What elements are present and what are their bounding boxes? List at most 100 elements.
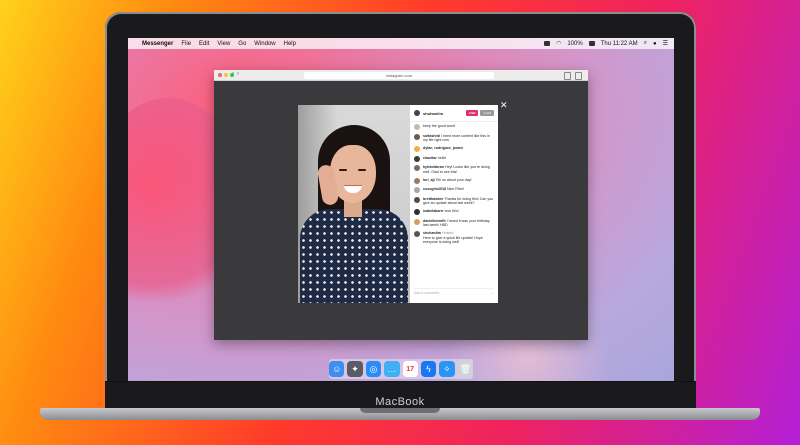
menu-view[interactable]: View	[217, 41, 230, 47]
address-bar[interactable]: instagram.com	[304, 72, 494, 79]
comment-message: Here to give a quick life update! Hope e…	[423, 235, 483, 244]
comment-text: danielbremfitI heard it was your birthda…	[423, 219, 494, 228]
toolbar-icons	[564, 72, 582, 80]
comment-text: keep the good work!	[423, 124, 455, 128]
live-video[interactable]	[298, 105, 410, 303]
commenter-avatar[interactable]	[414, 155, 420, 162]
safari-icon[interactable]: ◎	[365, 361, 382, 377]
commenter-avatar[interactable]	[414, 124, 420, 130]
viewer-count: 1,104	[480, 110, 494, 116]
messenger-icon[interactable]: ϟ	[420, 361, 437, 377]
app-store-icon[interactable]: ✧	[439, 361, 455, 377]
comment-message: love this!	[444, 209, 459, 214]
commenter-avatar[interactable]	[414, 196, 420, 203]
share-icon[interactable]	[564, 72, 571, 80]
host-avatar[interactable]	[414, 110, 420, 116]
commenter-username[interactable]: lori_ajl	[423, 178, 435, 182]
comment-row: lori_ajlTell us about your day!	[414, 177, 494, 184]
menu-app-name[interactable]: Messenger	[142, 41, 173, 47]
commenter-username[interactable]: isabelabarrr	[423, 209, 444, 213]
comment-message: keep the good work!	[423, 124, 456, 128]
minimize-window-icon[interactable]	[224, 73, 228, 77]
comment-text: kylekebbranHey! Looks like you're doing …	[423, 165, 494, 174]
commenter-username[interactable]: danielbremfit	[423, 219, 446, 223]
trash-icon[interactable]: 🗑	[457, 361, 473, 377]
comment-row: claudiarhello!	[414, 155, 494, 162]
nav-buttons: ‹ ›	[232, 71, 239, 77]
comment-list: keep the good work! sofiashntiI need more…	[410, 122, 498, 244]
comment-text: lori_ajlTell us about your day!	[423, 178, 472, 182]
search-icon[interactable]: ⌕	[644, 40, 647, 47]
commenter-avatar[interactable]	[414, 187, 420, 194]
commenter-username[interactable]: bretthawker	[423, 197, 443, 201]
live-comments-panel: shuhanlim LIVE 1,104 keep the good work!…	[410, 105, 498, 303]
comment-message: hello!	[437, 155, 447, 160]
comment-text: cusoghn2018Nice Filter!	[423, 187, 464, 191]
comment-row: bretthawkerThanks for doing this! Can yo…	[414, 196, 494, 206]
menu-edit[interactable]: Edit	[199, 41, 209, 47]
forward-icon[interactable]: ›	[237, 71, 239, 77]
tabs-icon[interactable]	[575, 72, 582, 80]
commenter-username[interactable]: cusoghn2018	[423, 187, 446, 191]
commenter-username[interactable]: sofiashnti	[423, 134, 440, 138]
commenter-avatar[interactable]	[414, 146, 420, 152]
dock: ☺ ✦ ◎… 17 ϟ ✧ 🗑	[329, 359, 473, 379]
finder-icon[interactable]: ☺	[329, 361, 345, 377]
close-window-icon[interactable]	[218, 73, 222, 77]
host-username[interactable]: shuhanlim	[423, 111, 443, 116]
commenter-avatar[interactable]	[414, 133, 420, 140]
comment-row: shuhanlimHosted Here to give a quick life…	[414, 231, 494, 244]
menu-help[interactable]: Help	[284, 41, 296, 47]
browser-window: ‹ › instagram.com ✕ shuhanlim LIVE 1,104…	[214, 70, 588, 340]
video-person-smile	[344, 185, 362, 193]
comment-text: shuhanlimHosted Here to give a quick life…	[423, 231, 494, 244]
mac-screen: Messenger File Edit View Go Window Help …	[128, 38, 674, 381]
macbook-label: MacBook	[375, 396, 425, 408]
live-badge: LIVE	[465, 110, 479, 116]
comment-row: dylan_rodriguez_jorant	[414, 146, 494, 152]
commenter-username[interactable]: kylekebbran	[423, 165, 444, 169]
comment-badge: Hosted	[441, 231, 454, 236]
commenter-username[interactable]: shuhanlim	[423, 231, 441, 235]
comment-row: sofiashntiI need more content like this …	[414, 133, 494, 143]
user-icon[interactable]: ●	[653, 41, 657, 47]
launchpad-icon[interactable]: ✦	[347, 361, 363, 377]
browser-titlebar: ‹ › instagram.com	[214, 70, 588, 81]
messages-icon[interactable]: …	[384, 361, 400, 377]
status-area: ◠ 100% Thu 11:22 AM ⌕ ● ☰	[544, 40, 668, 47]
comment-input[interactable]: Add a comment... ···	[414, 288, 494, 297]
commenter-username[interactable]: claudiar	[423, 156, 437, 160]
video-person-shirt	[300, 209, 408, 303]
video-person-eye	[358, 169, 366, 171]
menu-window[interactable]: Window	[254, 41, 275, 47]
commenter-avatar[interactable]	[414, 231, 420, 238]
comment-row: kylekebbranHey! Looks like you're doing …	[414, 165, 494, 174]
battery-level: 100%	[567, 40, 583, 47]
calendar-icon[interactable]: 17	[402, 361, 418, 377]
comment-row: danielbremfitI heard it was your birthda…	[414, 218, 494, 228]
back-icon[interactable]: ‹	[232, 71, 234, 77]
commenter-avatar[interactable]	[414, 177, 420, 184]
menu-go[interactable]: Go	[238, 41, 246, 47]
comment-message: Nice Filter!	[446, 187, 465, 192]
more-options-icon[interactable]: ···	[490, 291, 494, 296]
live-header: shuhanlim LIVE 1,104	[410, 105, 498, 122]
commenter-avatar[interactable]	[414, 209, 420, 216]
commenter-avatar[interactable]	[414, 218, 420, 225]
battery-icon[interactable]	[588, 41, 595, 46]
comment-text: claudiarhello!	[423, 156, 446, 160]
screen-mirror-icon[interactable]	[544, 41, 551, 46]
comment-message: Tell us about your day!	[435, 177, 472, 182]
commenter-username[interactable]: dylan_rodriguez_jorant	[423, 146, 463, 150]
comment-text: isabelabarrrlove this!	[423, 209, 459, 213]
comment-text: sofiashntiI need more content like this …	[423, 134, 494, 143]
menu-file[interactable]: File	[181, 41, 191, 47]
close-live-icon[interactable]: ✕	[500, 101, 508, 110]
video-person-eye	[339, 169, 347, 171]
wifi-icon[interactable]: ◠	[556, 40, 561, 47]
notification-center-icon[interactable]: ☰	[663, 40, 668, 47]
menubar-clock[interactable]: Thu 11:22 AM	[601, 41, 638, 47]
commenter-avatar[interactable]	[414, 165, 420, 172]
comment-row: isabelabarrrlove this!	[414, 209, 494, 216]
comment-text: bretthawkerThanks for doing this! Can yo…	[423, 197, 494, 206]
